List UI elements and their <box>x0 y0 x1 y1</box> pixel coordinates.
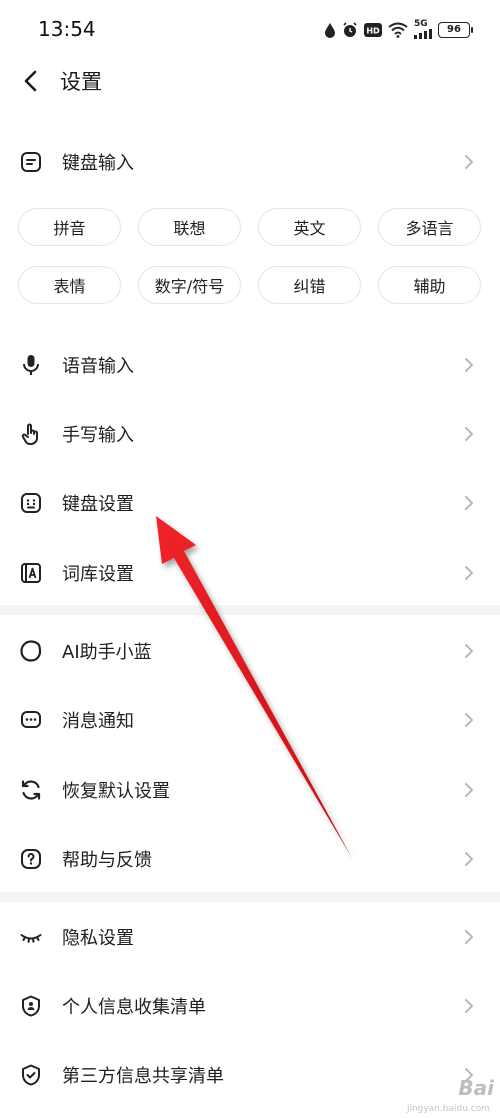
section-divider <box>0 892 500 902</box>
chevron-right-icon <box>465 783 473 797</box>
chevron-right-icon <box>465 644 473 658</box>
settings-row-label: 隐私设置 <box>62 928 134 949</box>
settings-row-label: 键盘设置 <box>62 494 134 515</box>
keyboard-input-icon <box>21 152 41 172</box>
reset-icon <box>21 780 41 800</box>
wifi-icon <box>388 22 408 38</box>
chevron-right-icon <box>465 713 473 727</box>
settings-row-ai-assistant[interactable]: AI助手小蓝 <box>0 621 500 681</box>
settings-row-message-notifications[interactable]: 消息通知 <box>0 690 500 750</box>
status-bar: 13:54 HD 5G 96 <box>0 0 500 60</box>
chevron-right-icon <box>465 852 473 866</box>
battery-indicator: 96 <box>438 21 473 38</box>
header: 设置 <box>0 56 500 106</box>
chip-english[interactable]: 英文 <box>258 208 361 246</box>
settings-row-personal-info-list[interactable]: 个人信息收集清单 <box>0 976 500 1036</box>
chip-association[interactable]: 联想 <box>138 208 241 246</box>
chevron-right-icon <box>465 566 473 580</box>
settings-row-label: 词库设置 <box>62 564 134 585</box>
settings-row-help-feedback[interactable]: 帮助与反馈 <box>0 829 500 889</box>
alarm-icon <box>343 21 357 37</box>
message-icon <box>21 711 41 728</box>
settings-row-handwriting-input[interactable]: 手写输入 <box>0 404 500 464</box>
chevron-right-icon <box>465 358 473 372</box>
help-icon <box>21 849 41 869</box>
watermark-logo: Bai <box>458 1076 494 1100</box>
chip-numbers-symbols[interactable]: 数字/符号 <box>138 266 241 304</box>
chevron-right-icon <box>465 999 473 1013</box>
chip-assist[interactable]: 辅助 <box>378 266 481 304</box>
chevron-right-icon <box>465 496 473 510</box>
shield-check-icon <box>22 1064 40 1086</box>
water-drop-icon <box>325 22 335 38</box>
network-type-label: 5G <box>414 19 428 29</box>
personal-info-icon <box>22 995 40 1017</box>
settings-row-restore-defaults[interactable]: 恢复默认设置 <box>0 760 500 820</box>
settings-row-label: AI助手小蓝 <box>62 642 152 663</box>
section-divider <box>0 605 500 615</box>
settings-row-privacy[interactable]: 隐私设置 <box>0 907 500 967</box>
settings-row-label: 手写输入 <box>62 425 134 446</box>
chip-multilingual[interactable]: 多语言 <box>378 208 481 246</box>
watermark-url: jingyan.baidu.com <box>406 1104 490 1114</box>
chevron-right-icon <box>465 155 473 169</box>
chip-pinyin[interactable]: 拼音 <box>18 208 121 246</box>
settings-row-dictionary-settings[interactable]: 词库设置 <box>0 543 500 603</box>
settings-row-keyboard-settings[interactable]: 键盘设置 <box>0 473 500 533</box>
settings-row-label: 第三方信息共享清单 <box>62 1066 224 1087</box>
hand-pointer-icon <box>21 423 38 445</box>
settings-row-label: 语音输入 <box>62 356 134 377</box>
status-time: 13:54 <box>38 17 96 41</box>
settings-row-label: 消息通知 <box>62 711 134 732</box>
settings-row-keyboard-input[interactable]: 键盘输入 <box>0 132 500 192</box>
hd-icon: HD <box>364 22 382 37</box>
status-icons: HD 5G 96 <box>324 19 473 39</box>
chip-correction[interactable]: 纠错 <box>258 266 361 304</box>
settings-row-label: 键盘输入 <box>62 153 134 174</box>
back-arrow-icon[interactable] <box>16 66 46 96</box>
signal-icon <box>414 29 432 39</box>
settings-row-label: 帮助与反馈 <box>62 850 152 871</box>
dictionary-icon <box>21 563 41 583</box>
settings-row-voice-input[interactable]: 语音输入 <box>0 335 500 395</box>
chevron-right-icon <box>465 427 473 441</box>
microphone-icon <box>23 355 39 375</box>
settings-row-label: 恢复默认设置 <box>62 781 170 802</box>
keyboard-icon <box>21 493 41 513</box>
chip-emoji[interactable]: 表情 <box>18 266 121 304</box>
settings-row-label: 个人信息收集清单 <box>62 997 206 1018</box>
eye-closed-icon <box>20 934 42 943</box>
chevron-right-icon <box>465 930 473 944</box>
page-title: 设置 <box>60 70 102 94</box>
keyboard-input-chips: 拼音 联想 英文 多语言 表情 数字/符号 纠错 辅助 <box>18 208 484 304</box>
settings-row-third-party-sharing[interactable]: 第三方信息共享清单 <box>0 1045 500 1105</box>
ai-assistant-icon <box>20 640 42 662</box>
svg-text:HD: HD <box>366 26 380 35</box>
